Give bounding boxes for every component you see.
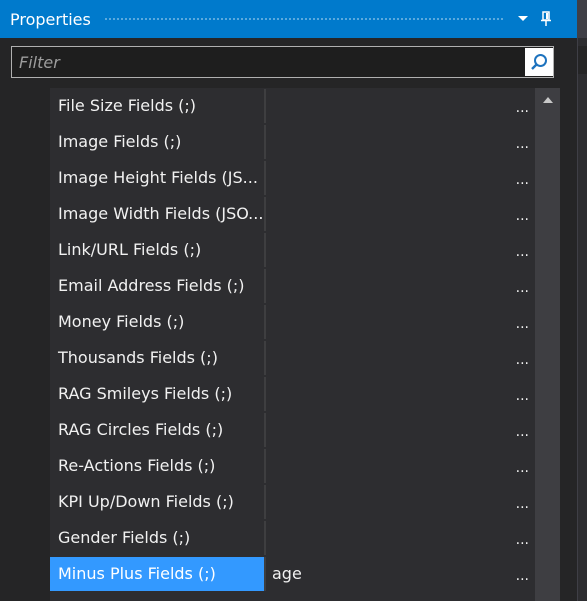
ellipsis-button[interactable]: ... [516,309,529,339]
titlebar-grip[interactable] [104,17,504,22]
property-row-selected[interactable]: Minus Plus Fields (;) age ... [50,556,535,592]
property-row[interactable]: Gender Fields (;) ... [50,520,535,556]
property-row[interactable]: Image Height Fields (JS... ... [50,160,535,196]
property-row[interactable]: RAG Smileys Fields (;) ... [50,376,535,412]
property-value[interactable]: ... [266,233,535,267]
window: Properties Filter File Size Fields (;) .… [0,0,587,601]
property-row[interactable]: Email Address Fields (;) ... [50,268,535,304]
property-row[interactable]: RAG Circles Fields (;) ... [50,412,535,448]
adjacent-panel-edge [577,0,587,601]
property-name: Link/URL Fields (;) [50,233,266,267]
vertical-scrollbar[interactable] [535,88,560,601]
property-row[interactable]: Re-Actions Fields (;) ... [50,448,535,484]
properties-panel: Properties Filter File Size Fields (;) .… [0,0,577,601]
property-name: Re-Actions Fields (;) [50,449,266,483]
chevron-down-icon[interactable] [514,9,532,29]
property-row[interactable]: Link/URL Fields (;) ... [50,232,535,268]
ellipsis-button[interactable]: ... [516,237,529,267]
ellipsis-button[interactable]: ... [516,93,529,123]
property-name: RAG Smileys Fields (;) [50,377,266,411]
property-name: RAG Circles Fields (;) [50,413,266,447]
property-name: Minus Plus Fields (;) [50,557,266,591]
ellipsis-button[interactable]: ... [516,273,529,303]
property-name: Email Address Fields (;) [50,269,266,303]
property-value[interactable]: ... [266,161,535,195]
property-value[interactable]: ... [266,305,535,339]
property-row[interactable]: Thousands Fields (;) ... [50,340,535,376]
ellipsis-button[interactable]: ... [516,129,529,159]
scroll-up-arrow-icon[interactable] [535,92,560,108]
ellipsis-button[interactable]: ... [516,201,529,231]
filter-input[interactable] [12,47,525,77]
property-row[interactable]: KPI Up/Down Fields (;) ... [50,484,535,520]
property-value[interactable]: ... [266,269,535,303]
property-value[interactable]: ... [266,377,535,411]
adjacent-tab-header[interactable] [578,0,587,38]
property-value[interactable]: ... [266,197,535,231]
property-row[interactable]: Image Fields (;) ... [50,124,535,160]
ellipsis-button[interactable]: ... [516,165,529,195]
property-name: KPI Up/Down Fields (;) [50,485,266,519]
ellipsis-button[interactable]: ... [516,489,529,519]
search-icon[interactable] [525,48,553,76]
panel-title: Properties [10,9,91,29]
property-rows: File Size Fields (;) ... Image Fields (;… [50,88,535,592]
filter-field [11,46,554,78]
property-value[interactable]: ... [266,89,535,123]
ellipsis-button[interactable]: ... [516,417,529,447]
property-value[interactable]: ... [266,485,535,519]
property-value[interactable]: ... [266,413,535,447]
property-value[interactable]: ... [266,341,535,375]
property-value-text: age [272,564,302,583]
property-value[interactable]: ... [266,521,535,555]
property-value[interactable]: age ... [266,557,535,591]
property-value[interactable]: ... [266,449,535,483]
ellipsis-button[interactable]: ... [516,381,529,411]
ellipsis-button[interactable]: ... [516,345,529,375]
panel-titlebar[interactable]: Properties [0,0,577,38]
property-name: Thousands Fields (;) [50,341,266,375]
property-value[interactable]: ... [266,125,535,159]
ellipsis-button[interactable]: ... [516,525,529,555]
adjacent-panel-field[interactable] [578,46,587,74]
grid-gutter [4,88,50,601]
property-row[interactable]: Image Width Fields (JSO... ... [50,196,535,232]
property-name: Money Fields (;) [50,305,266,339]
property-name: Image Width Fields (JSO... [50,197,266,231]
property-name: Gender Fields (;) [50,521,266,555]
property-name: File Size Fields (;) [50,89,266,123]
pin-icon[interactable] [537,9,555,29]
property-row[interactable]: File Size Fields (;) ... [50,88,535,124]
property-name: Image Fields (;) [50,125,266,159]
property-row[interactable]: Money Fields (;) ... [50,304,535,340]
property-name: Image Height Fields (JS... [50,161,266,195]
ellipsis-button[interactable]: ... [516,561,529,591]
ellipsis-button[interactable]: ... [516,453,529,483]
filter-bar [4,38,570,82]
